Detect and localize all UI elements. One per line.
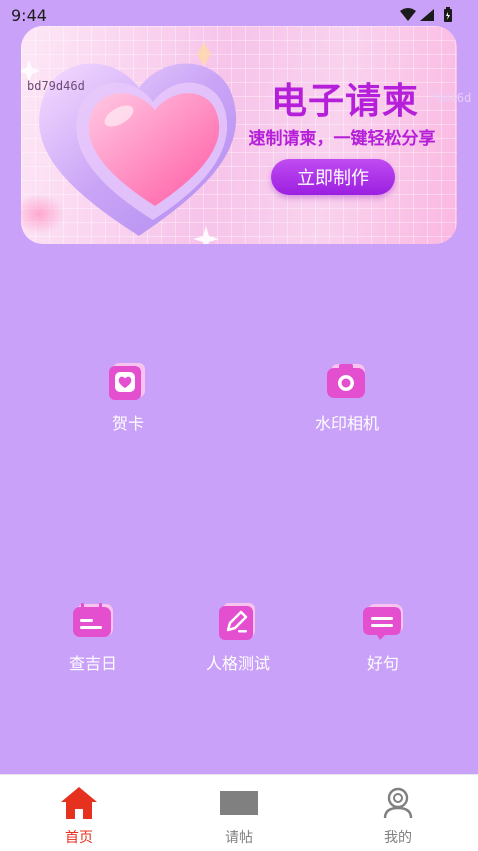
calendar-icon	[73, 603, 113, 637]
chat-icon	[363, 604, 403, 640]
camera-icon	[327, 364, 365, 398]
home-icon	[61, 787, 97, 819]
tool-auspicious-day[interactable]: 查吉日	[33, 600, 153, 674]
tab-invitation[interactable]: 请帖	[179, 775, 299, 851]
tool-label: 查吉日	[68, 654, 117, 673]
banner-title: 电子请柬	[270, 81, 419, 122]
watermark-text: 79d46d	[428, 91, 472, 105]
tool-label: 人格测试	[205, 654, 270, 673]
banner-subtitle: 速制请柬，一键轻松分享	[248, 129, 436, 149]
create-now-button[interactable]: 立即制作	[271, 159, 395, 195]
watermark-text: bd79d46d	[27, 79, 85, 93]
tool-watermark-camera[interactable]: 水印相机	[287, 360, 407, 434]
tool-label: 贺卡	[111, 414, 144, 433]
tab-label: 首页	[65, 830, 93, 846]
heart-illustration-icon	[21, 42, 237, 244]
card-icon	[220, 791, 258, 815]
tab-label: 请帖	[225, 830, 253, 846]
signal-icon	[420, 9, 434, 21]
edit-icon	[219, 603, 255, 640]
tab-home[interactable]: 首页	[19, 775, 139, 851]
status-icons	[400, 7, 452, 22]
tool-label: 好句	[366, 654, 399, 673]
tool-good-sentences[interactable]: 好句	[323, 600, 443, 674]
tool-personality-test[interactable]: 人格测试	[178, 600, 298, 674]
tab-mine[interactable]: 我的	[338, 775, 458, 851]
tool-label: 水印相机	[314, 414, 379, 433]
bottom-tab-bar: 首页 请帖 我的	[0, 774, 478, 851]
electronic-invitation-banner[interactable]: 电子请柬 速制请柬，一键轻松分享 立即制作	[21, 26, 457, 244]
profile-icon	[383, 787, 413, 819]
tool-greeting-card[interactable]: 贺卡	[68, 360, 188, 434]
status-time: 9:44	[11, 6, 47, 25]
heart-card-icon	[109, 363, 145, 400]
tab-label: 我的	[384, 830, 412, 846]
wifi-icon	[400, 8, 416, 21]
